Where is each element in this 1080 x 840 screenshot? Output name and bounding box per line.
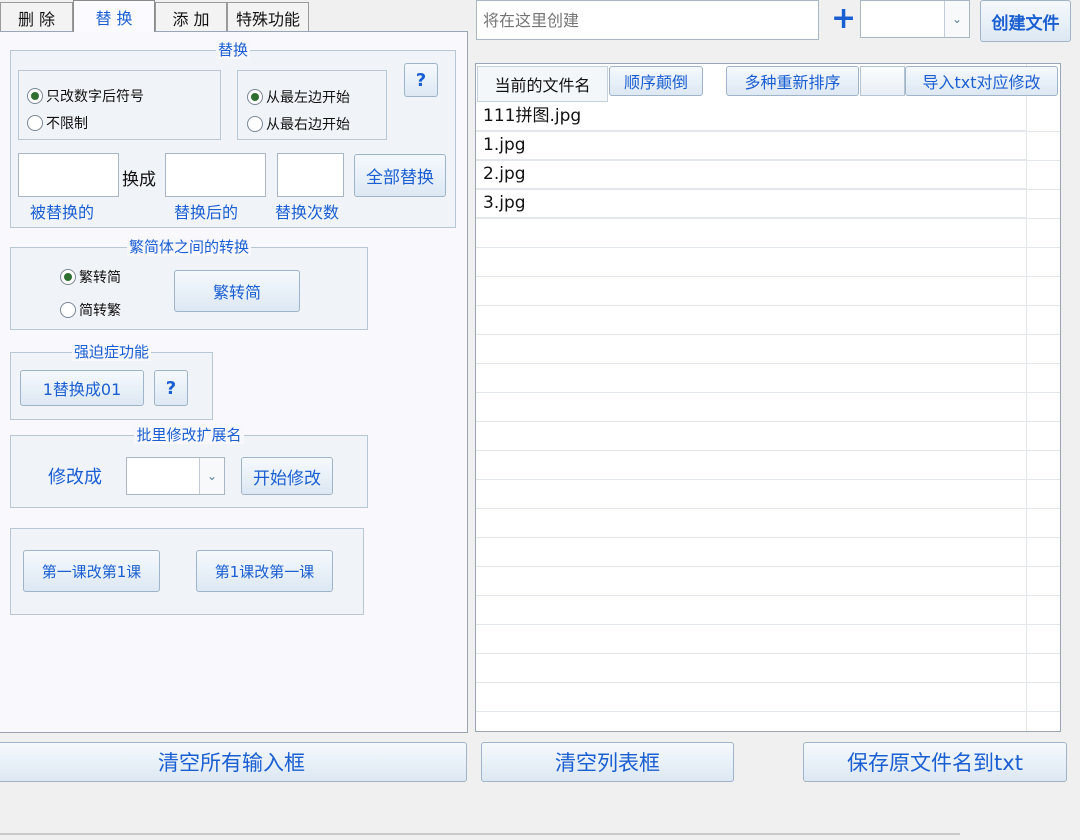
- tab-delete[interactable]: 删 除: [0, 2, 73, 32]
- to-label: 换成: [122, 170, 156, 190]
- start-modify-button[interactable]: 开始修改: [241, 457, 333, 495]
- lesson-cn-to-num-button[interactable]: 第一课改第1课: [23, 550, 160, 592]
- radio-from-left[interactable]: 从最左边开始: [247, 87, 350, 107]
- tab-add[interactable]: 添 加: [155, 2, 227, 32]
- chevron-down-icon[interactable]: ⌄: [944, 1, 969, 37]
- clear-inputs-button[interactable]: 清空所有输入框: [0, 742, 467, 782]
- file-type-select[interactable]: ⌄: [860, 0, 970, 38]
- save-names-txt-button[interactable]: 保存原文件名到txt: [803, 742, 1067, 782]
- list-item[interactable]: 3.jpg: [476, 189, 1026, 218]
- replaced-text-input[interactable]: [18, 153, 119, 197]
- radio-from-right-label: 从最右边开始: [266, 117, 350, 133]
- radio-digits-only-dot: [27, 88, 43, 104]
- list-item[interactable]: 1.jpg: [476, 131, 1026, 160]
- replace-count-caption: 替换次数: [275, 203, 340, 222]
- extension-select[interactable]: ⌄: [126, 457, 225, 495]
- radio-trad-to-simp[interactable]: 繁转简: [60, 267, 121, 287]
- radio-no-limit[interactable]: 不限制: [27, 113, 88, 133]
- replacement-text-caption: 替换后的: [174, 203, 239, 222]
- pad-zero-button[interactable]: 1替换成01: [20, 370, 144, 406]
- file-list[interactable]: 111拼图.jpg 1.jpg 2.jpg 3.jpg: [475, 63, 1061, 732]
- re-sort-button[interactable]: 多种重新排序: [726, 66, 859, 96]
- radio-digits-only[interactable]: 只改数字后符号: [27, 86, 144, 106]
- radio-trad-to-simp-dot: [60, 269, 76, 285]
- radio-simp-to-trad-label: 简转繁: [79, 303, 121, 319]
- radio-simp-to-trad-dot: [60, 302, 76, 318]
- convert-trad-simp-button[interactable]: 繁转简: [174, 270, 300, 312]
- create-file-button[interactable]: 创建文件: [980, 0, 1071, 42]
- change-to-label: 修改成: [48, 467, 102, 488]
- window-bottom-border: [0, 833, 960, 835]
- radio-simp-to-trad[interactable]: 简转繁: [60, 300, 121, 320]
- radio-no-limit-label: 不限制: [46, 116, 88, 132]
- replace-count-input[interactable]: [277, 153, 344, 197]
- tab-special[interactable]: 特殊功能: [227, 2, 309, 32]
- radio-from-right[interactable]: 从最右边开始: [247, 114, 350, 134]
- filename-column-header[interactable]: 当前的文件名: [477, 66, 608, 102]
- blank-column-header: [860, 66, 905, 96]
- ocd-help-button[interactable]: ?: [154, 370, 188, 406]
- chevron-down-icon[interactable]: ⌄: [199, 458, 224, 494]
- plus-icon[interactable]: +: [831, 0, 856, 38]
- radio-trad-to-simp-label: 繁转简: [79, 270, 121, 286]
- create-path-input[interactable]: [476, 0, 819, 40]
- replaced-text-caption: 被替换的: [30, 203, 95, 222]
- radio-from-left-dot: [247, 89, 263, 105]
- import-txt-button[interactable]: 导入txt对应修改: [905, 66, 1058, 96]
- radio-no-limit-dot: [27, 115, 43, 131]
- replace-help-button[interactable]: ?: [404, 63, 438, 97]
- replace-all-button[interactable]: 全部替换: [354, 154, 446, 197]
- reverse-order-button[interactable]: 顺序颠倒: [609, 66, 703, 96]
- clear-list-button[interactable]: 清空列表框: [481, 742, 734, 782]
- replacement-text-input[interactable]: [165, 153, 266, 197]
- radio-from-left-label: 从最左边开始: [266, 90, 350, 106]
- list-item[interactable]: 2.jpg: [476, 160, 1026, 189]
- radio-digits-only-label: 只改数字后符号: [46, 89, 144, 105]
- lesson-num-to-cn-button[interactable]: 第1课改第一课: [196, 550, 333, 592]
- tab-replace[interactable]: 替 换: [73, 0, 155, 32]
- radio-from-right-dot: [247, 116, 263, 132]
- list-item[interactable]: 111拼图.jpg: [476, 102, 1026, 131]
